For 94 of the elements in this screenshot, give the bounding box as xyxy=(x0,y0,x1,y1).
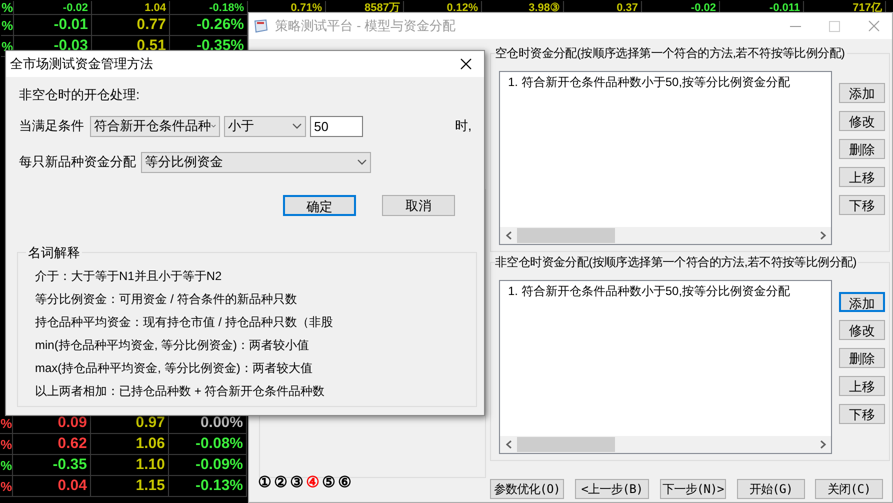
field-label: 每只新品种资金分配 xyxy=(19,153,137,172)
list-box[interactable]: 1. 符合新开仓条件品种数小于50,按等分比例资金分配 xyxy=(499,280,832,454)
button[interactable]: 参数优化(O) xyxy=(490,479,564,499)
quote-value: -0.13% xyxy=(195,477,243,495)
button[interactable]: 修改 xyxy=(839,111,885,131)
quote-value: -0.02 xyxy=(62,2,88,14)
group-title: 名词解释 xyxy=(26,244,82,260)
quote-value: -0.35% xyxy=(196,37,244,55)
quote-value: 1.06 xyxy=(136,435,165,453)
section-label: 非空仓时的开仓处理: xyxy=(19,86,141,104)
value-field[interactable]: 50 xyxy=(310,116,363,136)
button[interactable]: 删除 xyxy=(839,348,885,368)
glossary-line: 以上两者相加：已持仓品种数 + 符合新开仓条件品种数 xyxy=(35,382,326,400)
button[interactable]: 添加 xyxy=(839,292,885,312)
step-indicator[interactable]: ③ xyxy=(290,472,303,494)
quote-value: -0.02 xyxy=(690,2,716,14)
caret-icon xyxy=(357,159,367,165)
window-title: 策略测试平台 - 模型与资金分配 xyxy=(275,17,457,36)
quote-value: % xyxy=(1,18,13,32)
glossary-line: 持仓品种平均资金：现有持仓市值 / 持仓品种只数（非股 xyxy=(35,314,334,330)
list-box[interactable]: 1. 符合新开仓条件品种数小于50,按等分比例资金分配 xyxy=(499,71,832,245)
quote-value: % xyxy=(0,416,12,430)
quote-value: 717亿 xyxy=(852,2,882,14)
button[interactable]: 确定 xyxy=(283,194,356,216)
button[interactable]: 删除 xyxy=(839,139,885,159)
quote-value: 3.98③ xyxy=(528,2,560,14)
quote-value: % xyxy=(0,480,12,492)
quote-value: 8587万 xyxy=(364,2,400,14)
list-item[interactable]: 1. 符合新开仓条件品种数小于50,按等分比例资金分配 xyxy=(508,73,831,91)
button[interactable]: 下移 xyxy=(839,195,885,215)
quote-value: 0.77 xyxy=(136,16,166,34)
quote-value: % xyxy=(1,1,13,14)
step-indicator[interactable]: ④ xyxy=(306,472,319,494)
button[interactable]: 上移 xyxy=(839,376,885,396)
quote-value: 1.04 xyxy=(144,2,166,14)
quote-value: -0.011 xyxy=(769,2,800,14)
caret-icon xyxy=(211,123,216,129)
quote-value: -0.18% xyxy=(209,2,244,14)
dropdown[interactable]: 等分比例资金 xyxy=(141,152,371,172)
button[interactable]: 修改 xyxy=(839,320,885,340)
quote-value: -0.35 xyxy=(52,456,87,474)
group-title: 非空仓时资金分配(按顺序选择第一个符合的方法,若不符按等比例分配) xyxy=(495,254,858,271)
quote-value: -0.01 xyxy=(54,16,88,34)
quote-value: -0.26% xyxy=(196,16,244,34)
scroll-thumb[interactable] xyxy=(517,228,615,243)
caret-icon xyxy=(292,123,302,129)
glossary-line: max(持仓品种平均资金, 等分比例资金)：两者较大值 xyxy=(35,360,314,376)
quote-value: 0.00% xyxy=(200,414,243,432)
quote-value: 0.04 xyxy=(58,477,87,495)
quote-value: 0.12% xyxy=(446,2,478,14)
step-indicator[interactable]: ⑤ xyxy=(322,472,335,494)
quote-value: -0.09% xyxy=(195,456,243,474)
step-indicator[interactable]: ⑥ xyxy=(338,472,351,494)
maximize-icon[interactable] xyxy=(829,20,840,32)
quote-value: % xyxy=(0,438,12,450)
button[interactable]: 下一步(N)> xyxy=(660,479,726,499)
quote-value: -0.08% xyxy=(195,435,243,453)
quote-value: 0.97 xyxy=(136,414,165,432)
field-label: 时, xyxy=(455,117,472,136)
glossary-line: 介于：大于等于N1并且小于等于N2 xyxy=(35,268,223,284)
button[interactable]: <上一步(B) xyxy=(575,479,649,499)
scrollbar[interactable] xyxy=(500,227,831,244)
button[interactable]: 下移 xyxy=(839,404,885,424)
quote-value: 1.10 xyxy=(136,456,165,474)
dropdown[interactable]: 小于 xyxy=(224,116,306,136)
app-icon xyxy=(253,18,269,34)
glossary-line: 等分比例资金：可用资金 / 符合条件的新品种只数 xyxy=(35,290,298,308)
quote-value: 0.37 xyxy=(616,2,638,14)
dropdown-value: 等分比例资金 xyxy=(145,153,223,172)
quote-value: 0.51 xyxy=(136,37,166,55)
scrollbar[interactable] xyxy=(500,436,831,453)
button[interactable]: 关闭(C) xyxy=(815,479,883,499)
button[interactable]: 添加 xyxy=(839,83,885,103)
quote-value: % xyxy=(0,458,12,472)
button[interactable]: 上移 xyxy=(839,167,885,187)
dialog-title: 全市场测试资金管理方法 xyxy=(10,55,153,74)
list-item[interactable]: 1. 符合新开仓条件品种数小于50,按等分比例资金分配 xyxy=(508,282,831,300)
dropdown-value: 小于 xyxy=(228,117,254,136)
quote-value: 0.71% xyxy=(290,2,322,14)
quote-value: 0.09 xyxy=(58,414,87,432)
group-title: 空仓时资金分配(按顺序选择第一个符合的方法,若不符按等比例分配) xyxy=(495,45,847,62)
field-label: 当满足条件 xyxy=(19,117,84,136)
button[interactable]: 开始(G) xyxy=(737,479,805,499)
button[interactable]: 取消 xyxy=(382,194,455,216)
scroll-thumb[interactable] xyxy=(517,437,615,452)
close-icon[interactable] xyxy=(460,58,472,70)
step-indicator[interactable]: ① xyxy=(258,472,271,494)
step-indicator[interactable]: ② xyxy=(274,472,287,494)
glossary-line: min(持仓品种平均资金, 等分比例资金)：两者较小值 xyxy=(35,336,310,354)
dropdown[interactable]: 符合新开仓条件品种 xyxy=(90,116,220,136)
quote-value: 1.15 xyxy=(136,477,165,495)
quote-value: -0.03 xyxy=(54,37,88,55)
quote-value: 0.62 xyxy=(58,435,87,453)
dropdown-value: 符合新开仓条件品种 xyxy=(94,117,211,136)
